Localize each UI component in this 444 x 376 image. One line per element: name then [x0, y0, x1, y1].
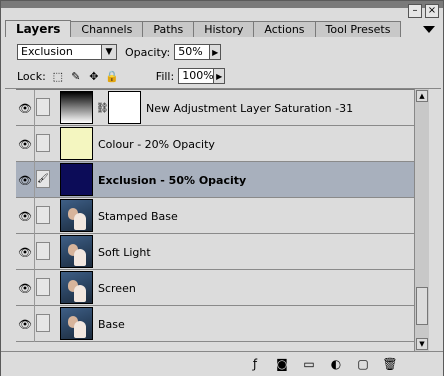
- photo-thumbnail: [60, 307, 93, 340]
- eye-icon[interactable]: 👁: [16, 198, 35, 234]
- photo-thumbnail: [60, 271, 93, 304]
- layer-row[interactable]: 👁 Stamped Base: [16, 198, 414, 234]
- chevron-down-icon[interactable]: ▼: [101, 45, 116, 59]
- blend-mode-select[interactable]: Exclusion ▼: [17, 44, 117, 60]
- minimize-button[interactable]: –: [408, 4, 422, 18]
- panel-tabs: Layers Channels Paths History Actions To…: [5, 20, 439, 37]
- layer-scrollbar[interactable]: ▲ ▼: [414, 89, 429, 351]
- layer-row[interactable]: 👁 Base: [16, 306, 414, 342]
- exclusion-thumbnail: [60, 163, 93, 196]
- tab-paths[interactable]: Paths: [142, 21, 195, 37]
- panel-menu-arrow-icon[interactable]: [423, 26, 435, 33]
- fill-label: Fill:: [155, 69, 175, 83]
- lock-transparent-icon[interactable]: ⬚: [52, 70, 64, 83]
- layer-style-icon[interactable]: ƒ: [247, 356, 263, 372]
- colour-thumbnail: [60, 127, 93, 160]
- mask-thumbnail: [108, 91, 141, 124]
- eye-icon[interactable]: 👁: [16, 90, 35, 126]
- layer-mask-icon[interactable]: ◙: [274, 356, 290, 372]
- new-layer-icon[interactable]: ▢: [355, 356, 371, 372]
- brush-icon[interactable]: 🖌: [36, 170, 50, 188]
- photo-thumbnail: [60, 199, 93, 232]
- scroll-down-icon[interactable]: ▼: [416, 338, 428, 350]
- blend-opacity-row: Exclusion ▼ Opacity: 50% ▶: [17, 43, 222, 61]
- new-group-icon[interactable]: ▭: [301, 356, 317, 372]
- lock-label: Lock:: [17, 69, 46, 83]
- layer-name: Exclusion - 50% Opacity: [98, 173, 247, 187]
- adjustment-thumbnail: [60, 91, 93, 124]
- chain-icon: ⛓: [96, 103, 109, 114]
- photo-thumbnail: [60, 235, 93, 268]
- layer-name: Stamped Base: [98, 209, 178, 223]
- lock-position-icon[interactable]: ✥: [88, 70, 100, 83]
- eye-icon[interactable]: 👁: [16, 234, 35, 270]
- lock-image-icon[interactable]: ✎: [70, 70, 82, 83]
- link-slot[interactable]: [36, 206, 50, 224]
- link-slot[interactable]: [36, 314, 50, 332]
- blend-mode-value: Exclusion: [21, 45, 73, 58]
- scroll-thumb[interactable]: [416, 287, 428, 325]
- eye-icon[interactable]: 👁: [16, 270, 35, 306]
- layer-list: 👁 ⛓ New Adjustment Layer Saturation -31 …: [16, 89, 414, 352]
- eye-icon[interactable]: 👁: [16, 162, 35, 198]
- layer-name: Screen: [98, 281, 136, 295]
- opacity-label: Opacity:: [125, 45, 171, 59]
- layer-row-selected[interactable]: 👁 🖌 Exclusion - 50% Opacity: [16, 162, 414, 198]
- link-slot[interactable]: [36, 98, 50, 116]
- layer-row[interactable]: 👁 ⛓ New Adjustment Layer Saturation -31: [16, 90, 414, 126]
- layer-name: New Adjustment Layer Saturation -31: [146, 101, 354, 115]
- layer-row[interactable]: 👁 Colour - 20% Opacity: [16, 126, 414, 162]
- link-slot[interactable]: [36, 242, 50, 260]
- layers-panel: – × Layers Channels Paths History Action…: [0, 0, 444, 376]
- lock-fill-row: Lock: ⬚ ✎ ✥ 🔒 Fill: 100% ▶: [17, 67, 226, 85]
- tab-actions[interactable]: Actions: [253, 21, 316, 37]
- link-slot[interactable]: [36, 278, 50, 296]
- eye-icon[interactable]: 👁: [16, 126, 35, 162]
- eye-icon[interactable]: 👁: [16, 306, 35, 342]
- adjustment-layer-icon[interactable]: ◐: [328, 356, 344, 372]
- layer-name: Soft Light: [98, 245, 151, 259]
- scroll-up-icon[interactable]: ▲: [416, 90, 428, 102]
- window-controls: – ×: [408, 4, 439, 18]
- layer-row[interactable]: 👁 Soft Light: [16, 234, 414, 270]
- layers-toolbar: ƒ ◙ ▭ ◐ ▢ 🗑: [1, 351, 443, 376]
- opacity-stepper[interactable]: ▶: [210, 44, 222, 60]
- fill-stepper[interactable]: ▶: [214, 68, 226, 84]
- close-button[interactable]: ×: [425, 4, 439, 18]
- fill-field[interactable]: 100%: [178, 68, 215, 84]
- layer-name: Colour - 20% Opacity: [98, 137, 215, 151]
- layer-row[interactable]: 👁 Screen: [16, 270, 414, 306]
- tab-channels[interactable]: Channels: [70, 21, 144, 37]
- tab-history[interactable]: History: [193, 21, 255, 37]
- trash-icon[interactable]: 🗑: [382, 356, 398, 372]
- panel-title-bar[interactable]: [1, 1, 443, 8]
- tab-layers[interactable]: Layers: [5, 20, 72, 37]
- link-slot[interactable]: [36, 134, 50, 152]
- lock-all-icon[interactable]: 🔒: [105, 70, 119, 83]
- tab-tool-presets[interactable]: Tool Presets: [314, 21, 402, 37]
- layer-name: Base: [98, 317, 125, 331]
- opacity-field[interactable]: 50%: [174, 44, 211, 60]
